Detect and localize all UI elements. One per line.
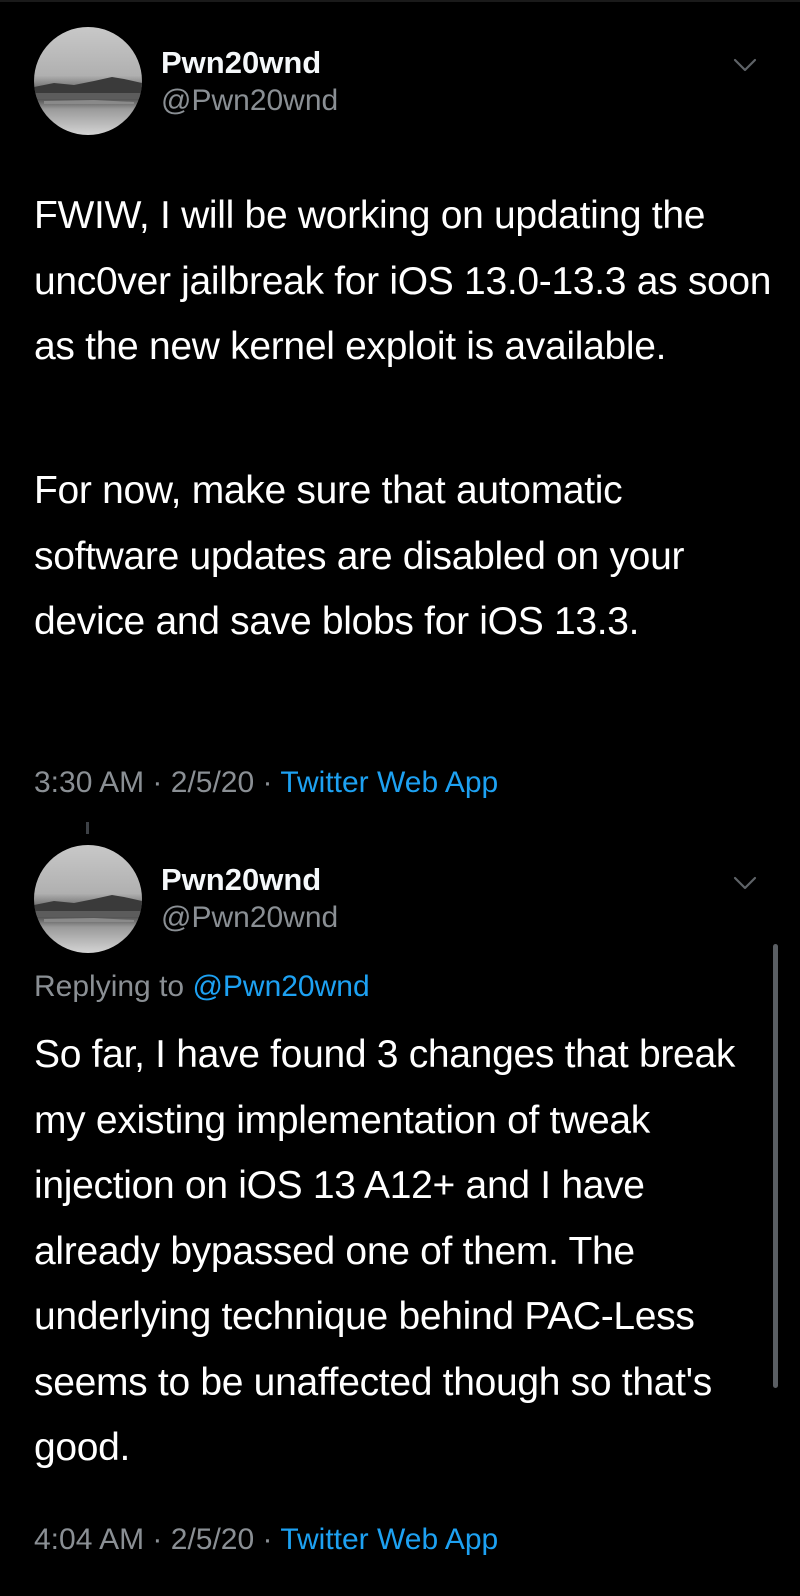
tweet-date[interactable]: 2/5/20 (171, 1523, 254, 1556)
landscape-avatar-image (34, 895, 142, 922)
tweet-time[interactable]: 4:04 AM (34, 1523, 144, 1556)
tweet-text-paragraph: FWIW, I will be working on updating the … (34, 194, 772, 368)
chevron-down-icon[interactable] (733, 57, 757, 73)
author-name[interactable]: Pwn20wnd (161, 43, 321, 83)
meta-separator: · (152, 1523, 163, 1556)
chevron-down-icon[interactable] (733, 875, 757, 891)
author-name[interactable]: Pwn20wnd (161, 860, 321, 900)
tweet-text-paragraph: So far, I have found 3 changes that brea… (34, 1033, 736, 1469)
landscape-avatar-image (34, 77, 142, 104)
tweet-source-link[interactable]: Twitter Web App (280, 766, 498, 799)
meta-separator: · (262, 1523, 273, 1556)
replying-to: Replying to @Pwn20wnd (34, 967, 370, 1007)
avatar[interactable] (34, 27, 142, 135)
tweet-metadata: 4:04 AM · 2/5/20 · Twitter Web App (34, 1520, 498, 1560)
meta-separator: · (152, 766, 163, 799)
replying-to-label: Replying to (34, 970, 185, 1003)
thread-connector (86, 822, 89, 834)
tweet-time[interactable]: 3:30 AM (34, 766, 144, 799)
tweet-source-link[interactable]: Twitter Web App (280, 1523, 498, 1556)
tweet-metadata: 3:30 AM · 2/5/20 · Twitter Web App (34, 763, 498, 803)
meta-separator: · (262, 766, 273, 799)
tweet-2: Pwn20wnd @Pwn20wnd Replying to @Pwn20wnd… (0, 822, 800, 1596)
replying-to-handle-link[interactable]: @Pwn20wnd (192, 970, 369, 1003)
scrollbar[interactable] (773, 944, 778, 1388)
tweet-text-paragraph: For now, make sure that automatic softwa… (34, 469, 685, 643)
author-handle[interactable]: @Pwn20wnd (161, 898, 338, 938)
author-handle[interactable]: @Pwn20wnd (161, 81, 338, 121)
tweet-1: Pwn20wnd @Pwn20wnd FWIW, I will be worki… (0, 0, 800, 830)
tweet-date[interactable]: 2/5/20 (171, 766, 254, 799)
avatar[interactable] (34, 845, 142, 953)
